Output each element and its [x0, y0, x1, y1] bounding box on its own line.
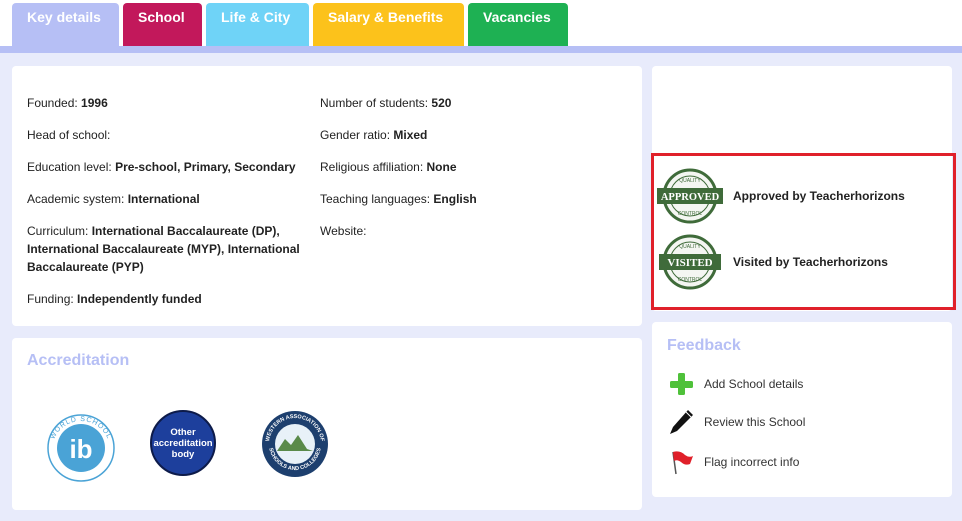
visited-badge: VISITED QUALITY CONTROL Visited by Teach… — [657, 234, 888, 290]
svg-text:CONTROL: CONTROL — [678, 277, 703, 283]
students-field: Number of students: 520 — [320, 96, 452, 110]
svg-text:ib: ib — [69, 434, 92, 464]
other-accreditation-badge[interactable]: Other accreditation body — [150, 410, 216, 476]
svg-text:APPROVED: APPROVED — [661, 192, 720, 203]
teaching-languages-field: Teaching languages: English — [320, 192, 477, 206]
approved-badge: APPROVED QUALITY CONTROL Approved by Tea… — [657, 168, 905, 224]
add-school-details-link[interactable]: Add School details — [668, 371, 803, 397]
tab-life-city[interactable]: Life & City — [206, 3, 309, 46]
svg-text:VISITED: VISITED — [667, 257, 712, 269]
svg-text:QUALITY: QUALITY — [679, 244, 701, 250]
tab-school[interactable]: School — [123, 3, 202, 46]
key-details-card: Founded: 1996 Head of school: Education … — [12, 66, 642, 326]
plus-icon — [670, 373, 693, 395]
tab-vacancies[interactable]: Vacancies — [468, 3, 568, 46]
education-level-field: Education level: Pre-school, Primary, Se… — [27, 160, 296, 174]
visited-stamp-icon: VISITED QUALITY CONTROL — [659, 234, 721, 290]
religious-affiliation-field: Religious affiliation: None — [320, 160, 457, 174]
gender-ratio-field: Gender ratio: Mixed — [320, 128, 428, 142]
add-school-details-label: Add School details — [704, 377, 804, 391]
review-school-label: Review this School — [704, 415, 806, 429]
academic-system-field: Academic system: International — [27, 192, 200, 206]
founded-field: Founded: 1996 — [27, 96, 108, 110]
approved-stamp-icon: APPROVED QUALITY CONTROL — [657, 168, 723, 224]
flag-incorrect-link[interactable]: Flag incorrect info — [668, 449, 799, 475]
funding-field: Funding: Independently funded — [27, 292, 202, 306]
review-school-link[interactable]: Review this School — [668, 408, 805, 436]
wasc-logo[interactable]: WESTERN ASSOCIATION OF SCHOOLS AND COLLE… — [260, 409, 330, 479]
svg-text:QUALITY: QUALITY — [679, 178, 701, 184]
svg-text:CONTROL: CONTROL — [678, 211, 703, 217]
flag-icon — [672, 451, 693, 475]
feedback-heading: Feedback — [667, 337, 741, 354]
flag-incorrect-label: Flag incorrect info — [704, 455, 800, 469]
curriculum-field: Curriculum: International Baccalaureate … — [27, 224, 300, 274]
other-accreditation-label: Other accreditation body — [153, 426, 213, 460]
accreditation-card: Accreditation ib WORLD SCHOOL Other accr… — [12, 338, 642, 510]
visited-label: Visited by Teacherhorizons — [733, 255, 888, 269]
tab-salary-benefits[interactable]: Salary & Benefits — [313, 3, 464, 46]
website-field: Website: — [320, 224, 367, 238]
head-of-school-field: Head of school: — [27, 128, 111, 142]
approved-label: Approved by Teacherhorizons — [733, 189, 905, 203]
pencil-icon — [670, 410, 693, 434]
ib-world-school-logo[interactable]: ib WORLD SCHOOL — [40, 410, 122, 482]
accreditation-heading: Accreditation — [27, 352, 130, 369]
tab-underline — [0, 46, 962, 53]
